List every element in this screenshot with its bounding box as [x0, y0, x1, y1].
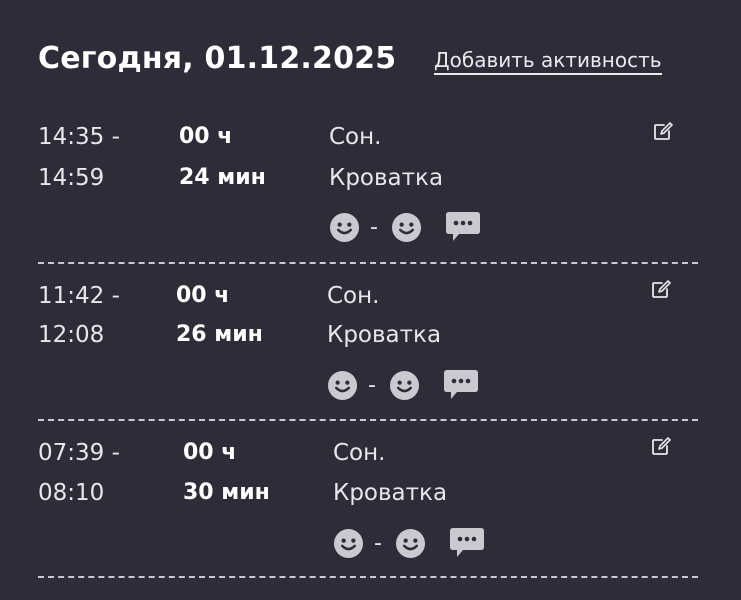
mood-end-smile-icon — [391, 212, 422, 243]
edit-icon[interactable] — [650, 436, 672, 458]
mood-separator: - — [368, 373, 376, 398]
entry-divider — [38, 576, 698, 578]
mood-start-smile-icon — [327, 370, 358, 401]
duration-minutes: 30 мин — [183, 480, 270, 505]
entry-divider — [38, 262, 698, 264]
duration-hours: 00 ч — [176, 283, 230, 308]
mood-start-smile-icon — [329, 212, 360, 243]
mood-separator: - — [370, 215, 378, 240]
activity-place: Кроватка — [333, 480, 448, 506]
entry-divider — [38, 419, 698, 421]
activity-type: Сон. — [327, 283, 380, 309]
comment-icon[interactable] — [443, 368, 479, 402]
start-time: 11:42 - — [38, 283, 120, 309]
duration-minutes: 26 мин — [176, 322, 263, 347]
end-time: 08:10 — [38, 480, 105, 506]
activity-type: Сон. — [333, 440, 386, 466]
duration-hours: 00 ч — [183, 440, 237, 465]
mood-start-smile-icon — [333, 528, 364, 559]
mood-separator: - — [374, 531, 382, 556]
activity-place: Кроватка — [329, 165, 444, 191]
mood-end-smile-icon — [389, 370, 420, 401]
edit-icon[interactable] — [650, 279, 672, 301]
end-time: 14:59 — [38, 165, 105, 191]
comment-icon[interactable] — [449, 526, 485, 560]
end-time: 12:08 — [38, 322, 105, 348]
comment-icon[interactable] — [445, 210, 481, 244]
activity-entry: 07:39 - 08:10 00 ч 30 мин Сон. Кроватка … — [0, 0, 741, 578]
mood-end-smile-icon — [395, 528, 426, 559]
duration-minutes: 24 мин — [179, 165, 266, 190]
activity-place: Кроватка — [327, 322, 442, 348]
start-time: 07:39 - — [38, 440, 120, 466]
